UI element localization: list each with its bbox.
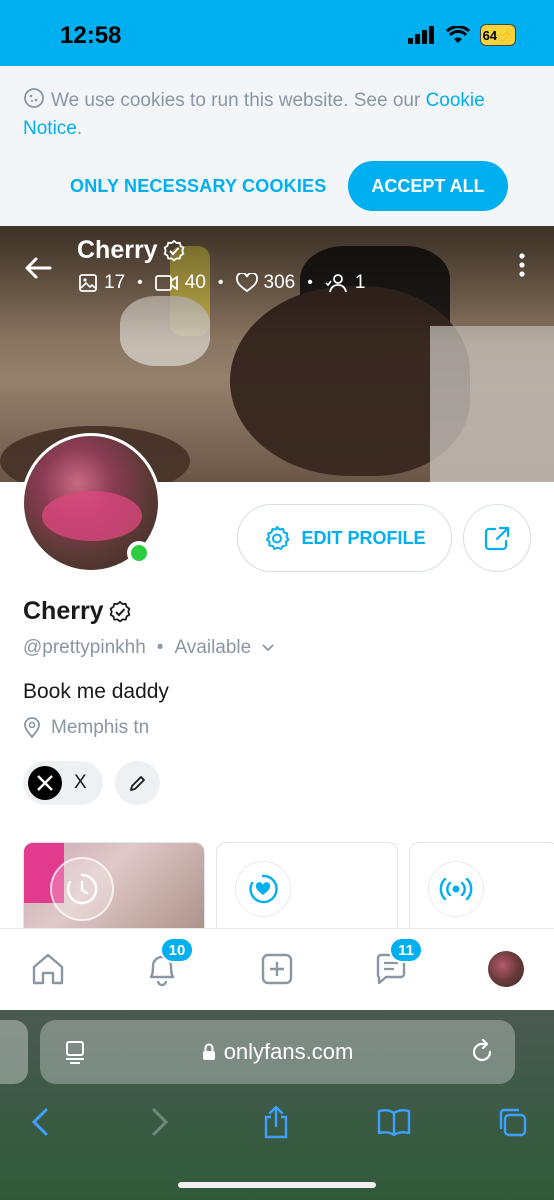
nav-add-post[interactable] — [257, 949, 297, 989]
profile-handle: @prettypinkhh — [23, 637, 146, 658]
location-pin-icon — [24, 717, 40, 739]
nav-messages[interactable]: 11 — [371, 937, 423, 989]
more-options-icon[interactable] — [513, 252, 531, 278]
card-story-highlight[interactable] — [23, 842, 205, 942]
home-indicator — [178, 1182, 376, 1188]
edit-profile-button[interactable]: EDIT PROFILE — [237, 504, 452, 572]
tabs-icon — [499, 1108, 527, 1137]
profile-name: Cherry — [23, 597, 132, 626]
heart-circle-icon — [235, 861, 291, 917]
battery-indicator: 64 ⚡ — [480, 24, 516, 46]
status-time: 12:58 — [60, 22, 122, 49]
nav-home[interactable] — [28, 949, 68, 989]
status-icons: 64 ⚡ — [408, 24, 516, 46]
messages-badge: 11 — [389, 937, 423, 963]
video-icon — [154, 275, 178, 291]
plus-square-icon — [261, 953, 293, 985]
edit-socials-button[interactable] — [115, 761, 160, 805]
chevron-down-icon — [262, 644, 274, 652]
share-icon — [484, 526, 510, 551]
browser-toolbar — [0, 1102, 554, 1142]
online-status-dot — [127, 541, 151, 565]
gear-icon — [266, 526, 290, 550]
social-link-x[interactable]: X — [23, 761, 103, 805]
browser-tabs[interactable] — [492, 1102, 532, 1142]
home-icon — [32, 953, 64, 985]
profile-location: Memphis tn — [23, 717, 149, 739]
pencil-icon — [129, 776, 145, 791]
clock-history-icon — [50, 857, 114, 921]
card-live-stream[interactable] — [409, 842, 554, 942]
lock-icon — [202, 1043, 215, 1060]
header-name: Cherry — [77, 236, 186, 265]
handle-row: @prettypinkhh • Available — [23, 637, 275, 659]
browser-chrome: onlyfans.com — [0, 1010, 554, 1200]
x-logo-icon — [28, 766, 62, 800]
verified-icon — [163, 239, 184, 262]
heart-icon — [235, 273, 258, 293]
browser-forward[interactable] — [140, 1102, 180, 1142]
verified-icon — [109, 600, 130, 623]
previous-tab[interactable] — [0, 1020, 28, 1084]
browser-back[interactable] — [20, 1102, 60, 1142]
chevron-right-icon — [152, 1108, 169, 1136]
chevron-left-icon — [31, 1108, 48, 1136]
cookie-banner: We use cookies to run this website. See … — [0, 66, 554, 226]
header-stats: 17 • 40 • 306 • 1 — [78, 272, 365, 294]
cookie-text: We use cookies to run this website. See … — [23, 87, 523, 143]
browser-bookmarks[interactable] — [374, 1102, 414, 1142]
accept-all-button[interactable]: ACCEPT ALL — [348, 161, 508, 211]
subscribers-icon — [325, 274, 347, 293]
availability-dropdown[interactable]: Available — [174, 637, 275, 659]
share-button[interactable] — [463, 504, 531, 572]
back-arrow-icon[interactable] — [22, 252, 54, 284]
status-bar: 12:58 64 ⚡ — [0, 0, 554, 66]
nav-profile[interactable] — [486, 949, 526, 989]
notifications-badge: 10 — [160, 937, 194, 963]
cookie-icon — [24, 88, 44, 108]
url-text: onlyfans.com — [223, 1039, 354, 1064]
browser-share[interactable] — [256, 1102, 296, 1142]
share-up-icon — [264, 1105, 288, 1139]
profile-bio: Book me daddy — [23, 680, 169, 703]
signal-icon — [408, 26, 434, 44]
wifi-icon — [446, 26, 470, 43]
bottom-nav: 10 11 — [0, 928, 554, 1010]
photo-icon — [79, 274, 97, 292]
nav-notifications[interactable]: 10 — [142, 937, 194, 989]
reload-icon[interactable] — [469, 1039, 495, 1065]
book-icon — [377, 1109, 411, 1137]
nav-avatar — [488, 951, 524, 987]
broadcast-icon — [428, 861, 484, 917]
only-necessary-cookies-button[interactable]: ONLY NECESSARY COOKIES — [60, 162, 336, 210]
url-bar[interactable]: onlyfans.com — [40, 1020, 515, 1084]
card-favorites[interactable] — [216, 842, 398, 942]
